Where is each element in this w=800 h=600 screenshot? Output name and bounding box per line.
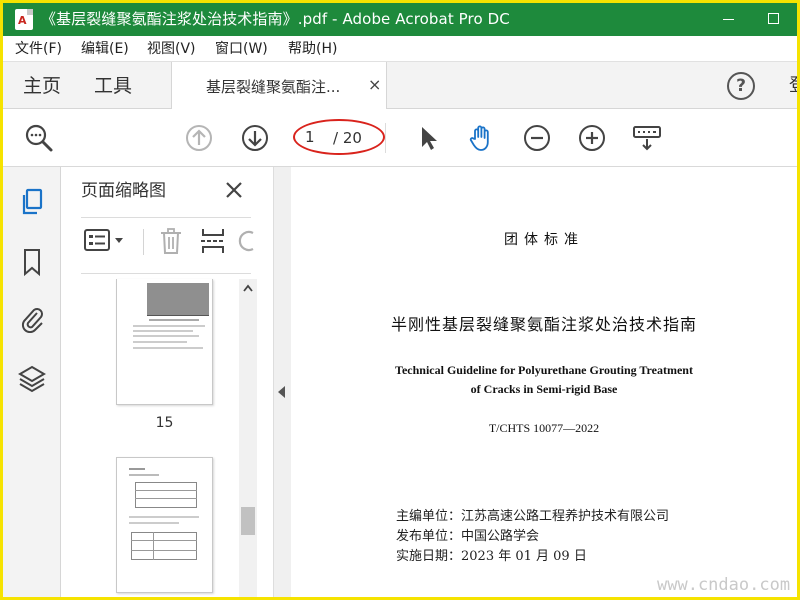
menu-bar: 文件(F) 编辑(E) 视图(V) 窗口(W) 帮助(H) xyxy=(3,36,797,62)
toolbar: / 20 xyxy=(3,109,797,167)
thumbnails-icon[interactable] xyxy=(18,187,46,217)
layers-icon[interactable] xyxy=(18,363,46,393)
menu-help[interactable]: 帮助(H) xyxy=(288,41,337,57)
page-thumbnail-16[interactable] xyxy=(116,457,213,593)
app-window: A 《基层裂缝聚氨酯注浆处治技术指南》.pdf - Adobe Acrobat … xyxy=(3,3,797,597)
page-thumbnail-15[interactable] xyxy=(116,279,213,405)
close-tab-button[interactable]: × xyxy=(368,76,381,94)
help-icon[interactable]: ? xyxy=(727,72,755,100)
window-title: 《基层裂缝聚氨酯注浆处治技术指南》.pdf - Adobe Acrobat Pr… xyxy=(41,10,510,28)
minimize-icon xyxy=(723,19,734,20)
keyboard-scroll-icon[interactable] xyxy=(631,122,663,154)
scroll-thumb[interactable] xyxy=(241,507,255,535)
thumbnail-photo xyxy=(147,283,209,315)
doc-standard-type: 团体标准 xyxy=(504,232,584,248)
pdf-file-icon: A xyxy=(15,9,33,30)
toolbar-divider xyxy=(385,123,386,153)
doc-effective-date: 实施日期：2023 年 01 月 09 日 xyxy=(396,549,587,564)
options-list-icon[interactable] xyxy=(83,227,127,253)
select-pointer-icon[interactable] xyxy=(413,122,445,154)
document-tab-label: 基层裂缝聚氨酯注... xyxy=(206,78,341,96)
doc-editor-unit: 主编单位：江苏高速公路工程养护技术有限公司 xyxy=(396,509,670,524)
previous-page-icon[interactable] xyxy=(183,122,215,154)
doc-title-en-1: Technical Guideline for Polyurethane Gro… xyxy=(395,363,693,377)
rotate-icon[interactable] xyxy=(237,227,255,255)
delete-icon[interactable] xyxy=(157,227,185,255)
menu-view[interactable]: 视图(V) xyxy=(147,41,196,57)
panel-divider xyxy=(81,217,251,218)
tab-bar: 主页 工具 基层裂缝聚氨酯注... × ? 登 xyxy=(3,62,797,110)
tool-divider xyxy=(143,229,144,255)
tab-document[interactable]: 基层裂缝聚氨酯注... × xyxy=(171,62,387,110)
title-bar: A 《基层裂缝聚氨酯注浆处治技术指南》.pdf - Adobe Acrobat … xyxy=(3,3,797,36)
sign-in-label[interactable]: 登 xyxy=(789,76,797,96)
maximize-icon xyxy=(768,13,779,24)
menu-edit[interactable]: 编辑(E) xyxy=(81,41,129,57)
maximize-button[interactable] xyxy=(751,3,797,36)
next-page-icon[interactable] xyxy=(239,122,271,154)
tab-tools[interactable]: 工具 xyxy=(94,75,132,97)
panel-divider-2 xyxy=(81,273,251,274)
zoom-out-icon[interactable] xyxy=(521,122,553,154)
tab-home[interactable]: 主页 xyxy=(23,75,61,97)
zoom-in-icon[interactable] xyxy=(576,122,608,154)
doc-title-en-2: of Cracks in Semi-rigid Base xyxy=(470,382,618,396)
navigation-rail xyxy=(3,167,61,597)
site-watermark: www.cndao.com xyxy=(657,575,791,595)
thumbnail-panel: 页面缩略图 15 xyxy=(61,167,273,597)
menu-window[interactable]: 窗口(W) xyxy=(215,41,268,57)
panel-collapse-handle[interactable] xyxy=(273,167,291,597)
collapse-arrow-icon xyxy=(278,386,285,398)
doc-title-cn: 半刚性基层裂缝聚氨酯注浆处治技术指南 xyxy=(390,315,697,334)
thumbnail-scrollbar[interactable] xyxy=(239,279,257,597)
doc-standard-code: T/CHTS 10077—2022 xyxy=(488,421,600,435)
zoom-search-icon[interactable] xyxy=(23,122,55,154)
panel-title: 页面缩略图 xyxy=(81,181,166,201)
attachment-icon[interactable] xyxy=(18,303,46,333)
scroll-up-icon[interactable] xyxy=(239,279,257,299)
thumbnail-label-15: 15 xyxy=(155,415,174,431)
minimize-button[interactable] xyxy=(705,3,751,36)
menu-file[interactable]: 文件(F) xyxy=(15,41,62,57)
page-number-input[interactable] xyxy=(301,125,327,149)
close-icon[interactable] xyxy=(223,179,245,201)
hand-tool-icon[interactable] xyxy=(465,122,497,154)
doc-publisher-unit: 发布单位：中国公路学会 xyxy=(396,529,540,544)
insert-page-icon[interactable] xyxy=(199,227,227,255)
document-view[interactable]: 团体标准 半刚性基层裂缝聚氨酯注浆处治技术指南 Technical Guidel… xyxy=(291,167,797,597)
page-total: / 20 xyxy=(333,129,362,147)
bookmark-icon[interactable] xyxy=(18,247,46,277)
